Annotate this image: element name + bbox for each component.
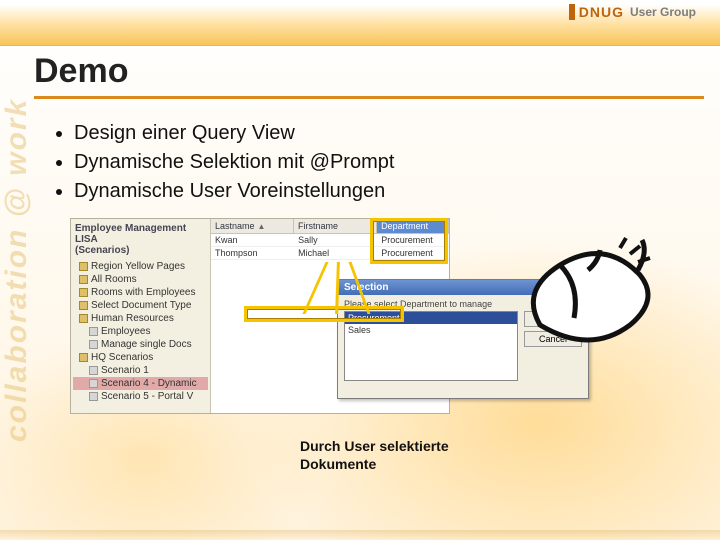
column-label: Firstname: [298, 221, 338, 231]
table-row[interactable]: Thompson Michael Procurement: [211, 247, 449, 260]
cell: Kwan: [211, 234, 294, 246]
tree-label: Scenario 4 - Dynamic: [101, 378, 197, 389]
caption-line2: Dokumente: [300, 456, 376, 472]
bullet-item: Design einer Query View: [74, 120, 394, 147]
column-label: Lastname: [215, 221, 255, 231]
title-underline: [34, 96, 704, 99]
list-option[interactable]: Sales: [345, 324, 517, 336]
tree-node[interactable]: Region Yellow Pages: [73, 260, 208, 273]
caption-line1: Durch User selektierte: [300, 438, 449, 454]
tree-node[interactable]: Scenario 1: [73, 364, 208, 377]
doc-icon: [89, 379, 98, 388]
folder-icon: [79, 275, 88, 284]
doc-icon: [89, 392, 98, 401]
logo-block: DNUG User Group: [569, 4, 696, 20]
tree-label: Scenario 1: [101, 365, 149, 376]
folder-icon: [79, 262, 88, 271]
footer-shadow: [0, 530, 720, 540]
tree-node[interactable]: HQ Scenarios: [73, 351, 208, 364]
tree-label: Scenario 5 - Portal V: [101, 391, 193, 402]
tree-label: Region Yellow Pages: [91, 261, 185, 272]
tree-label: Select Document Type: [91, 300, 191, 311]
tree-node[interactable]: Manage single Docs: [73, 338, 208, 351]
column-header[interactable]: Firstname: [294, 219, 377, 233]
tree-title-line2: (Scenarios): [75, 245, 129, 256]
tree-title: Employee Management LISA (Scenarios): [73, 223, 208, 256]
column-label: Department: [381, 221, 428, 231]
cell: Michael: [294, 247, 377, 259]
caption: Durch User selektierte Dokumente: [300, 438, 449, 473]
dialog-listbox[interactable]: Procurement Sales: [344, 311, 518, 381]
tree-node-selected[interactable]: Scenario 4 - Dynamic: [73, 377, 208, 390]
cell: Thompson: [211, 247, 294, 259]
slide-title: Demo: [34, 52, 128, 91]
embedded-screenshot: Employee Management LISA (Scenarios) Reg…: [70, 218, 450, 414]
folder-icon: [79, 288, 88, 297]
logo-accent-bar: [569, 4, 575, 20]
logo-subtitle: User Group: [630, 5, 696, 19]
folder-icon: [79, 353, 88, 362]
list-option-selected[interactable]: Procurement: [345, 312, 517, 324]
cell: Procurement: [377, 234, 449, 246]
tree-node[interactable]: Select Document Type: [73, 299, 208, 312]
sort-icon: ▲: [258, 222, 266, 231]
tree-label: HQ Scenarios: [91, 352, 153, 363]
tree-node[interactable]: Employees: [73, 325, 208, 338]
doc-icon: [89, 340, 98, 349]
tree-label: Employees: [101, 326, 150, 337]
tree-node[interactable]: Human Resources: [73, 312, 208, 325]
tree-node[interactable]: Rooms with Employees: [73, 286, 208, 299]
tree-label: Rooms with Employees: [91, 287, 195, 298]
column-header-highlighted[interactable]: Department: [377, 219, 449, 233]
folder-icon: [79, 314, 88, 323]
bullet-item: Dynamische User Voreinstellungen: [74, 178, 394, 205]
doc-icon: [89, 327, 98, 336]
column-header[interactable]: Lastname ▲: [211, 219, 294, 233]
table-pane: Lastname ▲ Firstname Department Kwan Sal…: [211, 219, 449, 413]
folder-icon: [79, 301, 88, 310]
tree-label: All Rooms: [91, 274, 137, 285]
doc-icon: [89, 366, 98, 375]
mouse-illustration: [510, 230, 660, 365]
bullet-list: Design einer Query View Dynamische Selek…: [56, 120, 394, 207]
bullet-item: Dynamische Selektion mit @Prompt: [74, 149, 394, 176]
table-header-row: Lastname ▲ Firstname Department: [211, 219, 449, 234]
table-row[interactable]: Kwan Sally Procurement: [211, 234, 449, 247]
tree-title-line1: Employee Management LISA: [75, 223, 186, 245]
logo-brand: DNUG: [579, 4, 624, 20]
tree-label: Manage single Docs: [101, 339, 192, 350]
tree-node[interactable]: Scenario 5 - Portal V: [73, 390, 208, 403]
watermark-text: collaboration @ work: [0, 0, 34, 540]
tree-node[interactable]: All Rooms: [73, 273, 208, 286]
cell: Procurement: [377, 247, 449, 259]
tree-pane: Employee Management LISA (Scenarios) Reg…: [71, 219, 211, 413]
cell: Sally: [294, 234, 377, 246]
tree-label: Human Resources: [91, 313, 174, 324]
mouse-icon: [510, 230, 660, 360]
